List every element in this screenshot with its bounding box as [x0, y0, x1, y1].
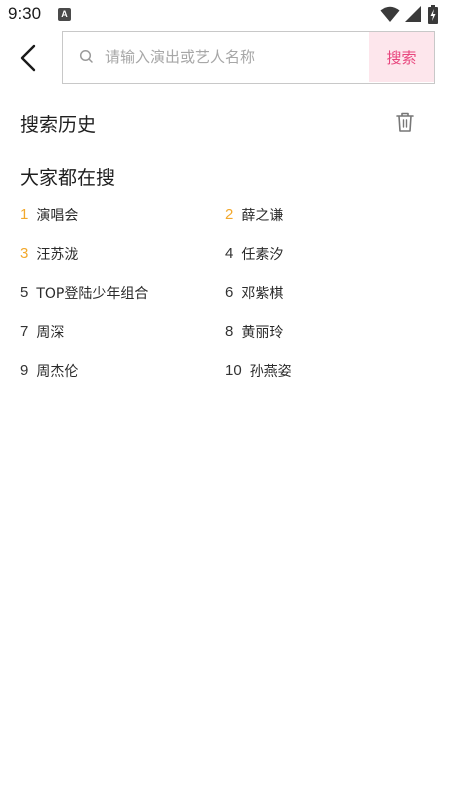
search-history-title: 搜索历史 — [20, 114, 97, 136]
wifi-icon — [380, 6, 400, 22]
popular-search-rank: 1 — [20, 206, 29, 223]
popular-searches-title: 大家都在搜 — [20, 167, 116, 189]
app-notification-icon: A — [58, 8, 71, 21]
popular-search-item[interactable]: 6 邓紫棋 — [225, 273, 430, 312]
popular-search-item[interactable]: 5 TOP登陆少年组合 — [20, 273, 225, 312]
popular-search-item[interactable]: 9 周杰伦 — [20, 351, 225, 390]
popular-search-label: 汪苏泷 — [36, 246, 79, 263]
popular-search-label: 演唱会 — [36, 207, 79, 224]
back-button[interactable] — [14, 42, 42, 74]
popular-search-rank: 8 — [225, 323, 234, 340]
popular-search-rank: 6 — [225, 284, 234, 301]
popular-search-rank: 5 — [20, 284, 29, 301]
status-bar: 9:30 A — [0, 0, 450, 30]
popular-search-item[interactable]: 2 薛之谦 — [225, 195, 430, 234]
status-time: 9:30 — [8, 4, 42, 23]
popular-search-rank: 2 — [225, 206, 234, 223]
popular-search-rank: 3 — [20, 245, 29, 262]
search-bar: 搜索 — [62, 31, 435, 84]
popular-search-rank: 9 — [20, 362, 29, 379]
battery-charging-icon — [428, 5, 438, 24]
popular-search-label: 邓紫棋 — [241, 285, 284, 302]
popular-search-label: 孙燕姿 — [249, 363, 292, 380]
popular-search-label: 黄丽玲 — [241, 324, 284, 341]
search-page: 9:30 A 搜索 搜索历史 — [0, 0, 450, 800]
popular-search-item[interactable]: 8 黄丽玲 — [225, 312, 430, 351]
search-input[interactable] — [105, 32, 365, 82]
popular-search-rank: 7 — [20, 323, 29, 340]
popular-search-label: 任素汐 — [241, 246, 284, 263]
popular-search-label: 周杰伦 — [36, 363, 79, 380]
trash-icon — [396, 112, 414, 132]
signal-icon — [405, 6, 421, 22]
popular-search-item[interactable]: 7 周深 — [20, 312, 225, 351]
status-icons — [380, 5, 442, 25]
back-arrow-icon — [20, 44, 36, 72]
popular-search-rank: 4 — [225, 245, 234, 262]
popular-search-label: 周深 — [36, 324, 65, 341]
popular-search-item[interactable]: 3 汪苏泷 — [20, 234, 225, 273]
search-icon — [79, 49, 93, 63]
search-button[interactable]: 搜索 — [369, 32, 434, 82]
popular-search-item[interactable]: 1 演唱会 — [20, 195, 225, 234]
popular-search-item[interactable]: 10 孙燕姿 — [225, 351, 430, 390]
popular-search-label: TOP登陆少年组合 — [36, 285, 149, 302]
clear-history-button[interactable] — [395, 111, 415, 133]
popular-searches-list: 1 演唱会 2 薛之谦 3 汪苏泷 4 任素汐 5 TOP登陆少年组合 6 邓紫棋 7 周深 8 黄丽玲 9 周杰… — [20, 195, 430, 390]
popular-search-rank: 10 — [225, 362, 242, 379]
popular-search-label: 薛之谦 — [241, 207, 284, 224]
popular-search-item[interactable]: 4 任素汐 — [225, 234, 430, 273]
